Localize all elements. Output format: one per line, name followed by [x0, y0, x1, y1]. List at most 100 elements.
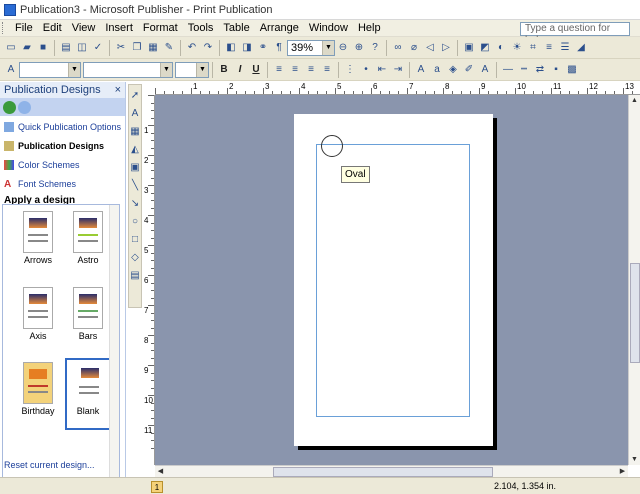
- crop-icon[interactable]: ⌗: [526, 41, 540, 55]
- task-pane-close-icon[interactable]: ×: [115, 84, 121, 96]
- zoom-combo[interactable]: 39% ▼: [287, 39, 335, 56]
- font-size-combo[interactable]: ▼: [175, 61, 209, 78]
- special-characters-icon[interactable]: ¶: [272, 41, 286, 55]
- menu-tools[interactable]: Tools: [183, 20, 219, 37]
- insert-table-icon[interactable]: ▦: [129, 125, 141, 139]
- vertical-scrollbar[interactable]: ▲ ▼: [628, 95, 640, 465]
- forward-icon[interactable]: [18, 100, 31, 114]
- design-thumb-axis[interactable]: [23, 287, 53, 329]
- oval-icon[interactable]: ○: [129, 215, 141, 229]
- format-painter-icon[interactable]: ✎: [162, 41, 176, 55]
- scroll-up-icon[interactable]: ▲: [629, 95, 640, 106]
- hyperlink-icon[interactable]: ⚭: [256, 41, 270, 55]
- vertical-scroll-thumb[interactable]: [630, 263, 640, 363]
- reset-design-link[interactable]: Reset current design...: [4, 460, 95, 470]
- zoom-in-icon[interactable]: ⊕: [352, 41, 366, 55]
- style-combo[interactable]: ▼: [19, 61, 81, 78]
- design-thumb-birthday[interactable]: [23, 362, 53, 404]
- menu-window[interactable]: Window: [304, 20, 353, 37]
- menu-insert[interactable]: Insert: [100, 20, 138, 37]
- picture-frame-icon[interactable]: ▣: [129, 161, 141, 175]
- autoshapes-icon[interactable]: ◇: [129, 251, 141, 265]
- publisher-app-icon[interactable]: [4, 3, 16, 16]
- link-quick-publication-options[interactable]: Quick Publication Options: [0, 118, 125, 135]
- link-color-schemes[interactable]: Color Schemes: [0, 156, 125, 173]
- cut-icon[interactable]: ✂: [114, 41, 128, 55]
- help-question-input[interactable]: Type a question for help: [520, 22, 630, 46]
- scroll-left-icon[interactable]: ◀: [155, 466, 166, 477]
- next-box-icon[interactable]: ▷: [439, 41, 453, 55]
- oval-shape[interactable]: [321, 135, 343, 157]
- link-font-schemes[interactable]: A Font Schemes: [0, 175, 125, 192]
- text-box-icon[interactable]: A: [129, 107, 141, 121]
- increase-indent-icon[interactable]: ⇥: [391, 63, 405, 77]
- numbering-icon[interactable]: ⋮: [343, 63, 357, 77]
- page-navigator-button[interactable]: 1: [151, 481, 163, 493]
- new-document-icon[interactable]: ▭: [4, 41, 18, 55]
- arrow-icon[interactable]: ↘: [129, 197, 141, 211]
- arrow-style-icon[interactable]: ⇄: [533, 63, 547, 77]
- italic-button[interactable]: I: [233, 63, 247, 77]
- dash-style-icon[interactable]: ┅: [517, 63, 531, 77]
- toolbar-grip[interactable]: [2, 22, 6, 34]
- align-center-icon[interactable]: ≡: [288, 63, 302, 77]
- link-publication-designs[interactable]: Publication Designs: [0, 137, 125, 154]
- decrease-indent-icon[interactable]: ⇤: [375, 63, 389, 77]
- design-thumb-bars[interactable]: [73, 287, 103, 329]
- vertical-ruler[interactable]: 1 2 3 4 5 6 7 8 9 10 11: [143, 95, 155, 465]
- previous-box-icon[interactable]: ◁: [423, 41, 437, 55]
- redo-icon[interactable]: ↷: [201, 41, 215, 55]
- shrink-font-icon[interactable]: a: [430, 63, 444, 77]
- select-pointer-icon[interactable]: ➚: [129, 89, 141, 103]
- line-style-icon[interactable]: —: [501, 63, 515, 77]
- menu-file[interactable]: File: [10, 20, 38, 37]
- chevron-down-icon[interactable]: ▼: [160, 62, 172, 77]
- justify-icon[interactable]: ≡: [320, 63, 334, 77]
- menu-format[interactable]: Format: [138, 20, 183, 37]
- grow-font-icon[interactable]: A: [414, 63, 428, 77]
- menu-help[interactable]: Help: [353, 20, 386, 37]
- design-thumb-blank[interactable]: [65, 358, 111, 430]
- bold-button[interactable]: B: [217, 63, 231, 77]
- connect-text-boxes-icon[interactable]: ∞: [391, 41, 405, 55]
- color-icon[interactable]: ◩: [478, 41, 492, 55]
- scroll-right-icon[interactable]: ▶: [617, 466, 628, 477]
- 3d-style-icon[interactable]: ▩: [565, 63, 579, 77]
- design-thumb-astro[interactable]: [73, 211, 103, 253]
- bring-forward-icon[interactable]: ◧: [224, 41, 238, 55]
- shadow-style-icon[interactable]: ▪: [549, 63, 563, 77]
- brightness-icon[interactable]: ☀: [510, 41, 524, 55]
- dash-style-icon[interactable]: ☰: [558, 41, 572, 55]
- align-right-icon[interactable]: ≡: [304, 63, 318, 77]
- menu-edit[interactable]: Edit: [38, 20, 67, 37]
- align-left-icon[interactable]: ≡: [272, 63, 286, 77]
- help-icon[interactable]: ?: [368, 41, 382, 55]
- break-link-icon[interactable]: ⌀: [407, 41, 421, 55]
- open-folder-icon[interactable]: ▰: [20, 41, 34, 55]
- publication-page[interactable]: Oval: [294, 114, 493, 446]
- line-color-icon[interactable]: ✐: [462, 63, 476, 77]
- gallery-scrollbar[interactable]: [109, 205, 119, 494]
- horizontal-scroll-thumb[interactable]: [273, 467, 493, 477]
- send-backward-icon[interactable]: ◨: [240, 41, 254, 55]
- chevron-down-icon[interactable]: ▼: [196, 62, 208, 77]
- rectangle-icon[interactable]: □: [129, 233, 141, 247]
- zoom-out-icon[interactable]: ⊖: [336, 41, 350, 55]
- spelling-icon[interactable]: ✓: [91, 41, 105, 55]
- font-combo[interactable]: ▼: [83, 61, 173, 78]
- font-color-icon[interactable]: A: [478, 63, 492, 77]
- underline-button[interactable]: U: [249, 63, 263, 77]
- line-icon[interactable]: ╲: [129, 179, 141, 193]
- fill-color-icon[interactable]: ◢: [574, 41, 588, 55]
- print-icon[interactable]: ▤: [59, 41, 73, 55]
- horizontal-scrollbar[interactable]: ◀ ▶: [155, 465, 628, 477]
- design-thumb-arrows[interactable]: [23, 211, 53, 253]
- print-preview-icon[interactable]: ◫: [75, 41, 89, 55]
- chevron-down-icon[interactable]: ▼: [68, 62, 80, 77]
- line-style-icon[interactable]: ≡: [542, 41, 556, 55]
- wordart-icon[interactable]: ◭: [129, 143, 141, 157]
- styles-icon[interactable]: A: [4, 63, 18, 77]
- bullets-icon[interactable]: •: [359, 63, 373, 77]
- menu-table[interactable]: Table: [218, 20, 254, 37]
- fill-color-icon[interactable]: ◈: [446, 63, 460, 77]
